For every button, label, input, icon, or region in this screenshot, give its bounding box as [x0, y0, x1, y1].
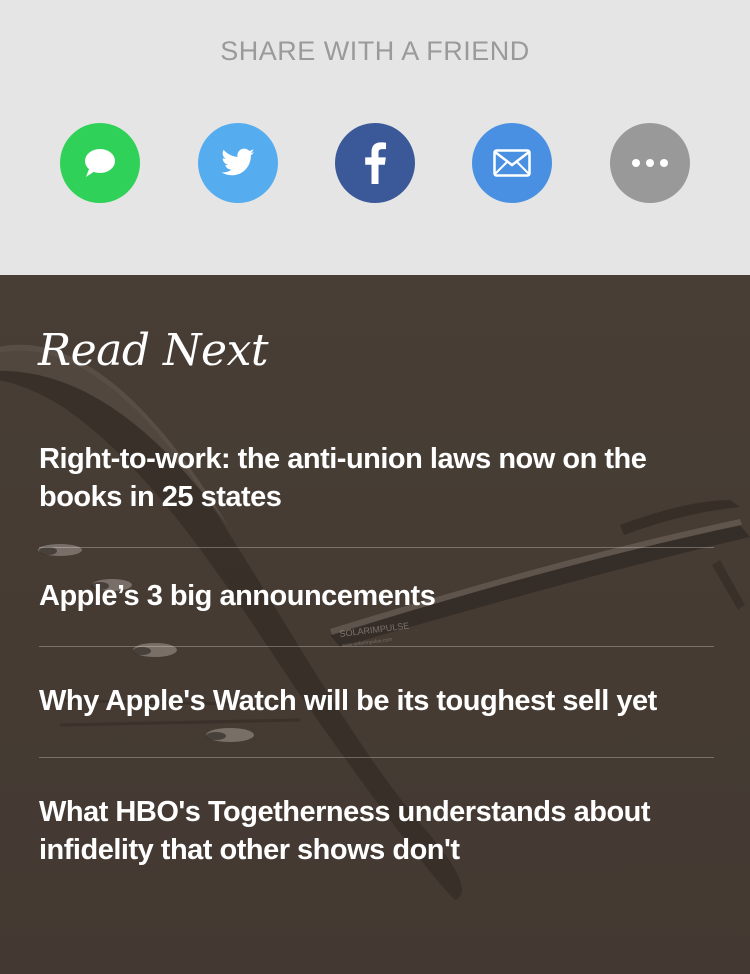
share-messages-button[interactable] — [60, 123, 140, 203]
envelope-icon — [493, 149, 531, 177]
share-more-button[interactable] — [610, 123, 690, 203]
story-link[interactable]: Apple’s 3 big announcements — [39, 577, 714, 615]
solar-plane-background-image: SOLARIMPULSE www.solarimpulse.com — [0, 275, 750, 974]
read-next-section: SOLARIMPULSE www.solarimpulse.com Read N… — [0, 275, 750, 974]
more-dots-icon — [632, 159, 668, 167]
story-link[interactable]: Why Apple's Watch will be its toughest s… — [39, 682, 714, 720]
story-divider — [39, 757, 714, 758]
speech-bubble-icon — [85, 149, 115, 177]
share-email-button[interactable] — [472, 123, 552, 203]
share-title: SHARE WITH A FRIEND — [220, 36, 530, 66]
read-next-title: Read Next — [38, 325, 269, 376]
share-twitter-button[interactable] — [198, 123, 278, 203]
facebook-f-icon — [365, 142, 387, 184]
story-divider — [39, 646, 714, 647]
story-link[interactable]: What HBO's Togetherness understands abou… — [39, 793, 714, 869]
twitter-bird-icon — [221, 148, 255, 176]
share-panel: SHARE WITH A FRIEND — [0, 0, 750, 275]
share-facebook-button[interactable] — [335, 123, 415, 203]
story-link[interactable]: Right-to-work: the anti-union laws now o… — [39, 440, 714, 516]
story-divider — [39, 547, 714, 548]
